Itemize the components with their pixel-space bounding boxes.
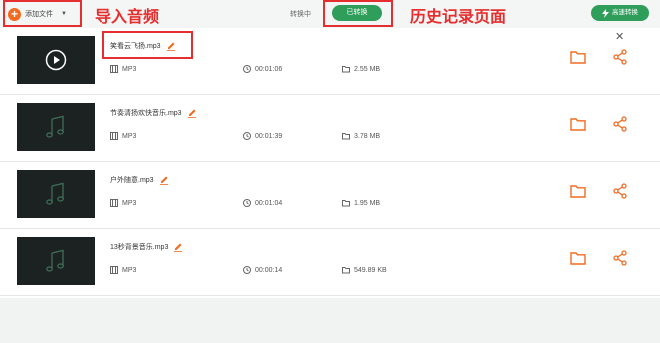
annotation-box-converted (323, 0, 393, 27)
share-icon[interactable] (612, 250, 628, 266)
folder-small-icon (342, 66, 350, 73)
file-row[interactable]: 户外随意.mp3 MP3 00:01:04 1.95 MB (0, 162, 660, 229)
open-folder-icon[interactable] (570, 117, 586, 131)
clock-icon (243, 266, 251, 274)
annotation-history-page: 历史记录页面 (410, 7, 507, 26)
file-format: MP3 (110, 132, 136, 140)
folder-small-icon (342, 267, 350, 274)
file-row[interactable]: 13秒背景音乐.mp3 MP3 00:00:14 549.89 KB (0, 229, 660, 296)
file-format: MP3 (110, 266, 136, 274)
file-name-text: 户外随意.mp3 (110, 177, 154, 184)
film-icon (110, 132, 118, 140)
file-size: 3.78 MB (342, 132, 380, 140)
audio-thumbnail[interactable] (17, 103, 95, 151)
file-name: 13秒背景音乐.mp3 (110, 242, 183, 252)
open-folder-icon[interactable] (570, 251, 586, 265)
file-size: 549.89 KB (342, 266, 387, 274)
edit-icon[interactable] (159, 175, 169, 185)
edit-icon[interactable] (173, 242, 183, 252)
file-format: MP3 (110, 65, 136, 73)
film-icon (110, 266, 118, 274)
music-note-icon (46, 182, 64, 205)
edit-icon[interactable] (187, 108, 197, 118)
file-format: MP3 (110, 199, 136, 207)
share-icon[interactable] (612, 183, 628, 199)
bottom-area (0, 298, 660, 343)
video-thumbnail[interactable] (17, 36, 95, 84)
file-name: 户外随意.mp3 (110, 175, 169, 185)
open-folder-icon[interactable] (570, 50, 586, 64)
top-toolbar: + 添加文件 ▼ 导入音频 转换中 已转换 历史记录页面 高速转换 (0, 0, 660, 28)
share-icon[interactable] (612, 49, 628, 65)
file-name-text: 节奏清扬欢快音乐.mp3 (110, 110, 182, 117)
music-note-icon (46, 115, 64, 138)
file-row[interactable]: 节奏清扬欢快音乐.mp3 MP3 00:01:39 3.78 MB (0, 95, 660, 162)
file-size: 2.55 MB (342, 65, 380, 73)
file-row[interactable]: 笑看云飞扬.mp3 MP3 00:01:06 2.55 MB (0, 28, 660, 95)
file-name-text: 13秒背景音乐.mp3 (110, 244, 169, 251)
clock-icon (243, 132, 251, 140)
file-duration: 00:00:14 (243, 266, 282, 274)
file-size: 1.95 MB (342, 199, 380, 207)
folder-small-icon (342, 133, 350, 140)
file-duration: 00:01:39 (243, 132, 282, 140)
converted-file-list: ✕ 笑看云飞扬.mp3 MP3 00:01:06 2.55 MB 节奏清扬欢快音… (0, 28, 660, 298)
annotation-import-audio: 导入音频 (95, 7, 160, 26)
audio-thumbnail[interactable] (17, 170, 95, 218)
annotation-box-add-file (3, 0, 82, 27)
share-icon[interactable] (612, 116, 628, 132)
annotation-box-filename (102, 31, 193, 59)
music-note-icon (46, 249, 64, 272)
folder-small-icon (342, 200, 350, 207)
film-icon (110, 199, 118, 207)
file-duration: 00:01:04 (243, 199, 282, 207)
audio-thumbnail[interactable] (17, 237, 95, 285)
file-duration: 00:01:06 (243, 65, 282, 73)
fast-convert-label: 高速转换 (612, 9, 638, 16)
film-icon (110, 65, 118, 73)
fast-convert-button[interactable]: 高速转换 (591, 5, 649, 21)
open-folder-icon[interactable] (570, 184, 586, 198)
clock-icon (243, 65, 251, 73)
play-icon[interactable] (45, 49, 67, 71)
lightning-icon (602, 8, 609, 18)
clock-icon (243, 199, 251, 207)
tab-converting[interactable]: 转换中 (290, 9, 311, 19)
file-name: 节奏清扬欢快音乐.mp3 (110, 108, 197, 118)
